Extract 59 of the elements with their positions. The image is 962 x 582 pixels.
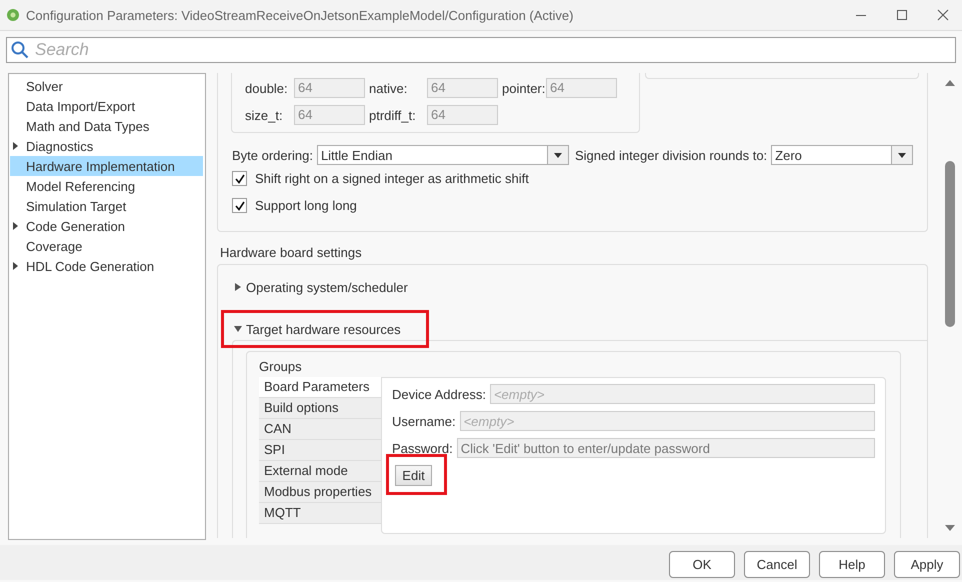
field-label: Username: — [392, 414, 456, 428]
expand-triangle-icon[interactable] — [12, 142, 20, 150]
group-list-item[interactable]: Modbus properties — [259, 482, 381, 503]
checkmark-icon — [234, 200, 244, 210]
field-label: native: — [369, 80, 408, 96]
scrollbar-thumb[interactable] — [945, 161, 955, 327]
field-label: pointer: — [502, 80, 546, 96]
expand-triangle-icon[interactable] — [12, 262, 20, 270]
group-list-item[interactable]: Build options — [259, 398, 381, 419]
field-label: size_t: — [245, 108, 284, 122]
tree-item[interactable]: Diagnostics — [10, 136, 203, 156]
tree-item[interactable]: Code Generation — [10, 216, 203, 236]
edit-button[interactable]: Edit — [395, 465, 432, 486]
search-field[interactable]: Search — [6, 37, 956, 63]
dropdown[interactable]: Zero — [771, 145, 914, 165]
field-label: Password: — [392, 440, 453, 456]
field-label: double: — [245, 80, 289, 96]
dialog-button[interactable]: Cancel — [744, 551, 810, 578]
group-list-item[interactable]: MQTT — [259, 503, 381, 524]
dialog-button[interactable]: OK — [669, 551, 735, 578]
search-icon — [11, 41, 29, 59]
caret-icon — [554, 152, 562, 158]
group-list-item[interactable]: External mode — [259, 461, 381, 482]
tree-item[interactable]: Coverage — [10, 236, 203, 256]
collapsible-section-header[interactable]: Operating system/scheduler — [234, 277, 408, 297]
tree-item[interactable]: Simulation Target — [10, 196, 203, 216]
field-label: Device Address: — [392, 386, 486, 402]
field-label: ptrdiff_t: — [369, 108, 417, 122]
tree-item[interactable]: Solver — [10, 76, 203, 96]
dropdown[interactable]: Little Endian — [316, 145, 569, 165]
checkbox-label: Shift right on a signed integer as arithmetic shift — [255, 171, 529, 186]
checkbox-label: Support long long — [255, 198, 357, 213]
dialog-button[interactable]: Help — [819, 551, 885, 578]
dialog-button[interactable]: Apply — [894, 551, 960, 578]
maximize-icon[interactable] — [896, 9, 908, 21]
checkmark-icon — [234, 174, 244, 184]
group-list-item[interactable]: Board Parameters — [259, 377, 381, 398]
group-list-item[interactable]: SPI — [259, 440, 381, 461]
caret-icon — [898, 152, 906, 158]
window-title: Configuration Parameters: VideoStreamReceiveOnJetsonExampleModel/Configuration (Active) — [26, 8, 574, 22]
field-label: Signed integer division rounds to: — [574, 148, 768, 162]
app-icon — [6, 8, 20, 22]
close-icon[interactable] — [937, 9, 949, 21]
checkbox[interactable] — [232, 198, 247, 213]
tree-item[interactable]: Hardware Implementation — [10, 156, 203, 176]
group-list-item[interactable]: CAN — [259, 419, 381, 440]
scroll-down-icon[interactable] — [945, 524, 955, 532]
scroll-up-icon[interactable] — [945, 79, 955, 87]
tree-item[interactable]: HDL Code Generation — [10, 256, 203, 276]
collapsible-section-header[interactable]: Target hardware resources — [234, 319, 401, 339]
field-label: Byte ordering: — [232, 148, 313, 162]
group-heading: Groups — [259, 358, 302, 376]
tree-item[interactable]: Data Import/Export — [10, 96, 203, 116]
checkbox[interactable] — [232, 171, 247, 186]
search-input[interactable]: Search — [35, 40, 915, 60]
tree-item[interactable]: Math and Data Types — [10, 116, 203, 136]
tree-item[interactable]: Model Referencing — [10, 176, 203, 196]
section-heading: Hardware board settings — [220, 244, 362, 262]
expand-triangle-icon[interactable] — [12, 222, 20, 230]
